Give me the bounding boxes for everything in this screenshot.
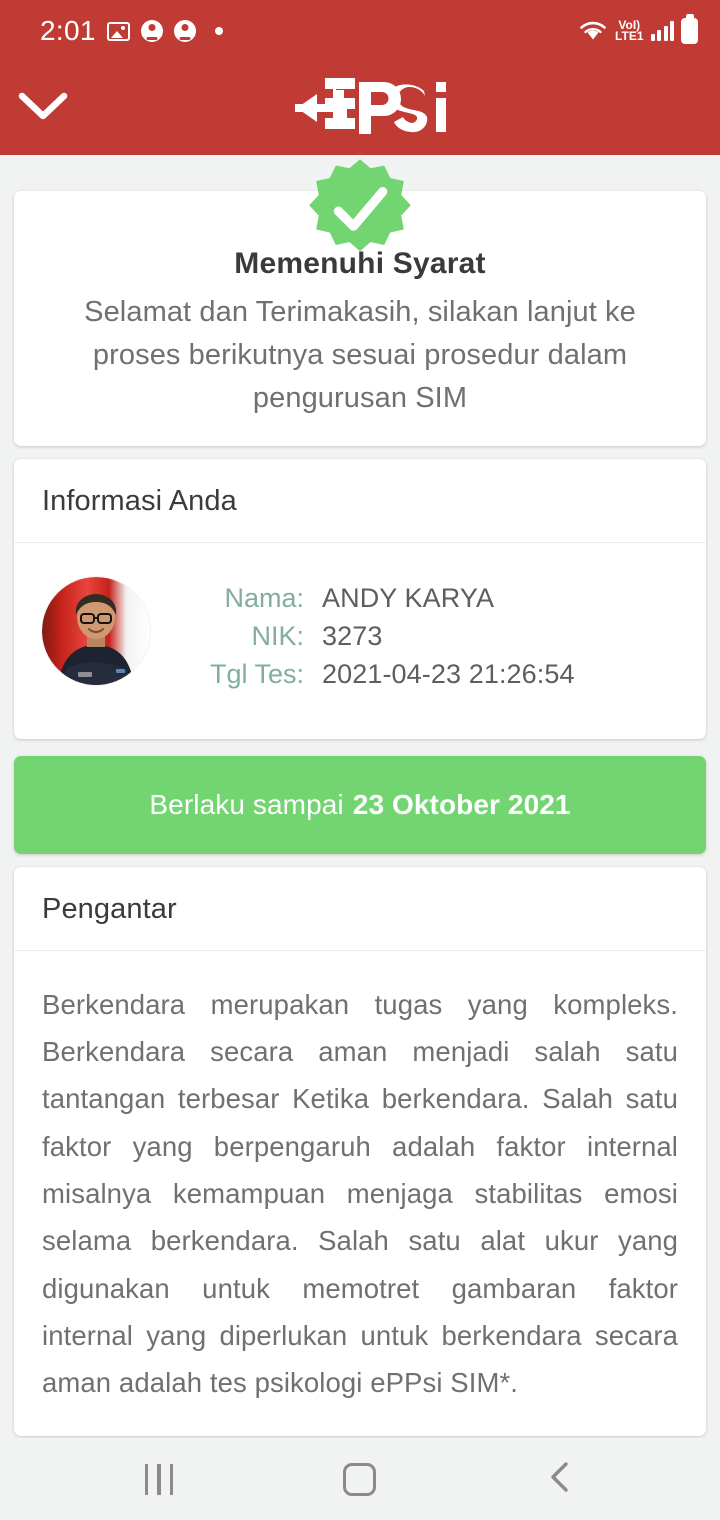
location-pin-icon (140, 20, 163, 42)
collapse-button[interactable] (0, 89, 86, 128)
user-info-body: Nama: ANDY KARYA NIK: 3273 Tgl Tes: 2021… (14, 543, 706, 739)
info-label-nik: NIK: (251, 620, 304, 651)
pengantar-card-header: Pengantar (14, 867, 706, 951)
user-info-card-header: Informasi Anda (14, 459, 706, 543)
volte-badge: VoI) LTE1 (615, 17, 644, 43)
phone-screen: 2:01 VoI) LTE1 Memenuhi Syarat Selamat d… (0, 0, 720, 1520)
info-value-nik: 3273 (322, 620, 383, 651)
info-value-tgl-tes: 2021-04-23 21:26:54 (322, 658, 575, 689)
info-row-nik: NIK: 3273 (182, 621, 678, 652)
status-bar: 2:01 VoI) LTE1 (0, 0, 720, 62)
status-bar-right: VoI) LTE1 (578, 18, 698, 44)
verified-check-badge-icon (14, 156, 706, 264)
page-content: Memenuhi Syarat Selamat dan Terimakasih,… (0, 155, 720, 1438)
recents-icon[interactable] (144, 1463, 174, 1495)
result-status-card: Memenuhi Syarat Selamat dan Terimakasih,… (14, 159, 706, 446)
status-bar-left: 2:01 (40, 17, 223, 45)
dot-icon (214, 27, 223, 35)
info-value-nama: ANDY KARYA (322, 582, 495, 613)
validity-prefix: Berlaku sampai (149, 788, 344, 820)
wifi-icon (578, 19, 608, 43)
info-row-nama: Nama: ANDY KARYA (182, 583, 678, 614)
avatar (42, 576, 150, 685)
photo-icon (106, 21, 130, 41)
app-header (0, 62, 720, 155)
chevron-down-icon (16, 89, 70, 128)
home-icon[interactable] (342, 1462, 376, 1496)
app-logo (0, 76, 720, 142)
pengantar-card: Pengantar Berkendara merupakan tugas yan… (14, 866, 706, 1437)
pengantar-body: Berkendara merupakan tugas yang kompleks… (42, 988, 678, 1399)
signal-bars-icon (650, 21, 674, 41)
result-message: Selamat dan Terimakasih, silakan lanjut … (84, 296, 636, 414)
location-pin-icon (173, 20, 196, 42)
back-icon[interactable] (545, 1460, 575, 1499)
info-label-nama: Nama: (224, 582, 304, 613)
info-row-tgl-tes: Tgl Tes: 2021-04-23 21:26:54 (182, 659, 678, 690)
validity-date: 23 Oktober 2021 (352, 788, 571, 820)
pengantar-title: Pengantar (42, 892, 177, 925)
validity-banner: Berlaku sampai 23 Oktober 2021 (14, 755, 706, 854)
info-label-tgl-tes: Tgl Tes: (209, 658, 304, 689)
user-info-title: Informasi Anda (42, 484, 237, 517)
status-bar-clock: 2:01 (40, 15, 96, 46)
user-info-card: Informasi Anda Nama: ANDY KARYA NIK: 327… (14, 458, 706, 739)
android-nav-bar (0, 1438, 720, 1520)
user-info-rows: Nama: ANDY KARYA NIK: 3273 Tgl Tes: 2021… (182, 569, 678, 697)
battery-icon (681, 18, 698, 44)
